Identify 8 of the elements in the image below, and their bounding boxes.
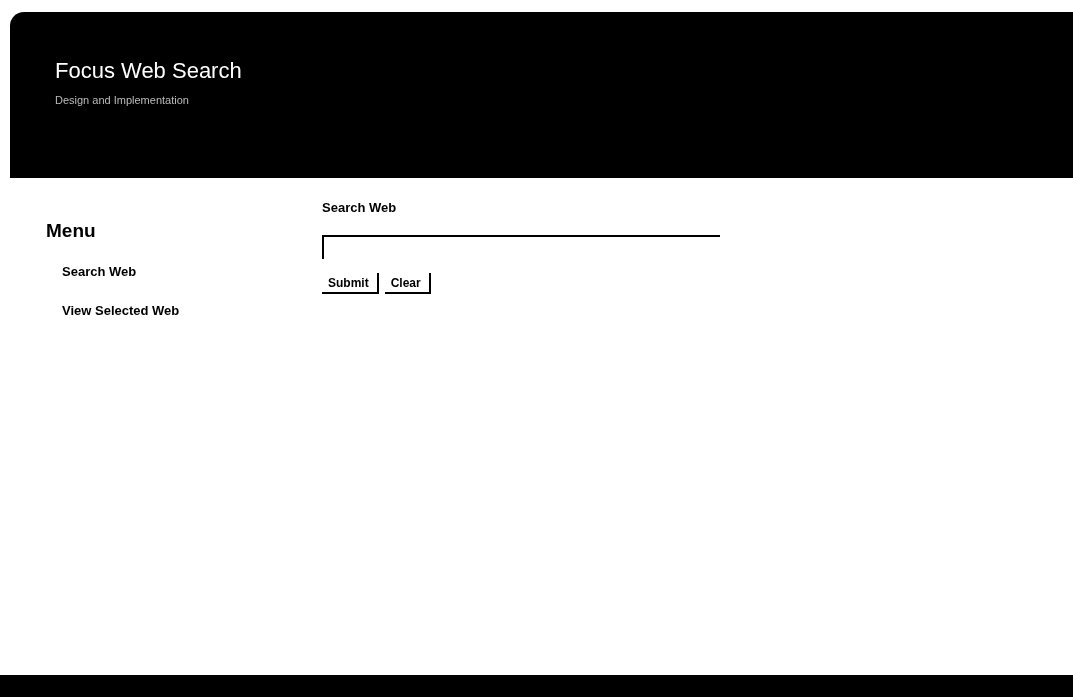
site-title: Focus Web Search bbox=[55, 58, 243, 84]
form-button[interactable]: Submit bbox=[322, 273, 379, 294]
site-subtitle: Design and Implementation bbox=[55, 94, 190, 106]
menu-link[interactable]: Search Web bbox=[62, 264, 137, 279]
menu-link[interactable]: View Selected Web bbox=[62, 303, 180, 318]
search-label: Search Web bbox=[322, 200, 398, 215]
form-button[interactable]: Clear bbox=[384, 273, 431, 294]
menu-heading: Menu bbox=[46, 220, 96, 242]
